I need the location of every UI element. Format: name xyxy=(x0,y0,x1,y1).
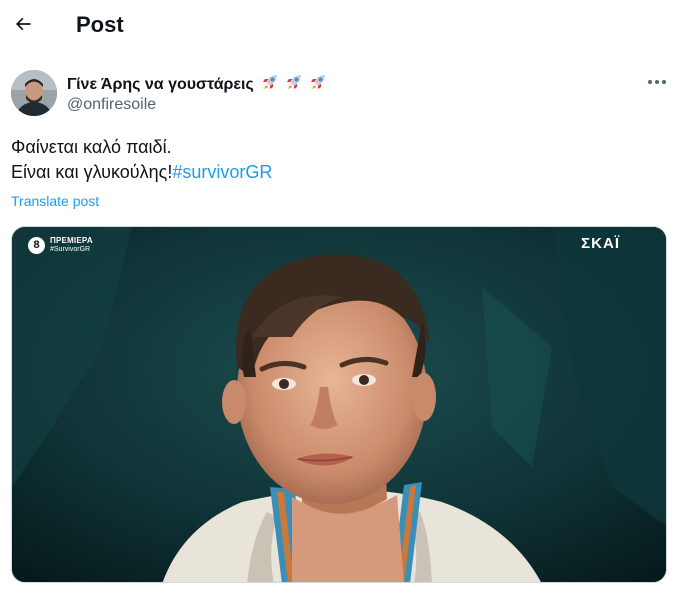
channel-logo: ΣΚΑΪ xyxy=(581,235,620,252)
post-text-segment: Είναι και γλυκούλης! xyxy=(11,162,173,182)
post-text: Φαίνεται καλό παιδί. Είναι και γλυκούλης… xyxy=(11,135,272,185)
media-photo xyxy=(12,227,666,582)
rocket-icon xyxy=(311,75,326,89)
avatar[interactable] xyxy=(11,70,57,116)
post-text-line: Φαίνεται καλό παιδί. xyxy=(11,137,172,157)
post-media-image[interactable]: 8 ΠΡΕΜΙΕΡΑ #SurvivorGR ΣΚΑΪ xyxy=(11,226,667,583)
channel-rating-badge: 8 xyxy=(28,236,45,254)
premiere-label: ΠΡΕΜΙΕΡΑ xyxy=(50,236,93,245)
author-name-text: Γίνε Άρης να γουστάρεις xyxy=(67,76,254,93)
more-dots-icon xyxy=(648,80,666,84)
post-header: Post xyxy=(0,0,690,52)
back-button[interactable] xyxy=(8,9,38,39)
premiere-hashtag: #SurvivorGR xyxy=(50,246,91,253)
author-display-name[interactable]: Γίνε Άρης να γουστάρεις xyxy=(67,72,328,94)
more-options-button[interactable] xyxy=(642,70,672,94)
translate-post-link[interactable]: Translate post xyxy=(11,193,99,209)
post-text-line: Είναι και γλυκούλης!#survivorGR xyxy=(11,160,272,185)
rocket-icon xyxy=(287,75,302,89)
rocket-emoji-group xyxy=(260,72,328,92)
premiere-overlay: 8 ΠΡΕΜΙΕΡΑ #SurvivorGR xyxy=(28,236,93,254)
page-title: Post xyxy=(76,12,124,37)
rocket-icon xyxy=(263,75,278,89)
author-handle[interactable]: @onfiresoile xyxy=(67,96,156,114)
hashtag-link[interactable]: #survivorGR xyxy=(172,162,272,182)
arrow-left-icon xyxy=(15,17,31,31)
